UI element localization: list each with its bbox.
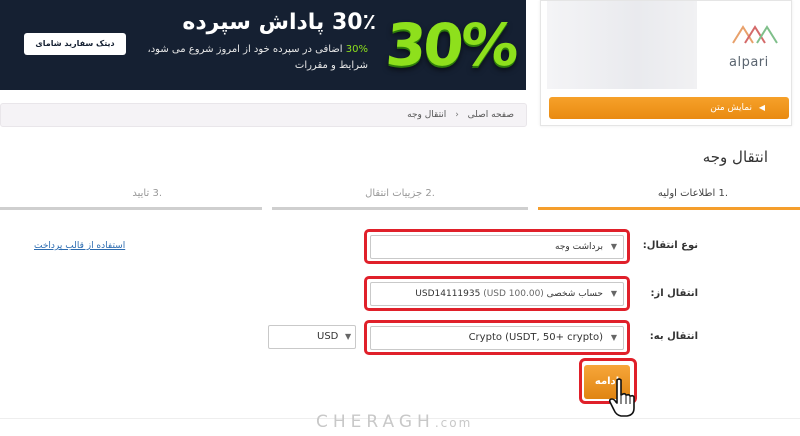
wizard-steps: .1 اطلاعات اولیه .2 جزییات انتقال .3 تای… — [0, 180, 800, 210]
breadcrumb-home[interactable]: صفحه اصلی — [468, 110, 514, 120]
demo-button-label: نمایش متن — [710, 103, 752, 113]
play-icon: ◀ — [758, 103, 765, 112]
banner-subtitle-text: اضافی در سپرده خود از امروز شروع می شود، — [147, 44, 343, 55]
chevron-left-icon: ‹ — [455, 110, 459, 120]
watermark: CHERAGH.com — [316, 412, 472, 432]
currency-value: USD — [317, 331, 339, 342]
watermark-text: CHERAGH — [316, 412, 435, 432]
banner-headline: 30٪ پاداش سپرده — [182, 10, 376, 35]
page-title: انتقال وجه — [702, 148, 768, 166]
transfer-type-label: نوع انتقال: — [642, 240, 698, 251]
breadcrumb-current: انتقال وجه — [407, 110, 447, 120]
use-template-link[interactable]: استفاده از قالب پرداخت — [34, 241, 125, 251]
alpari-logo: alpari — [729, 19, 785, 79]
watermark-suffix: .com — [434, 416, 473, 430]
transfer-type-value: برداشت وجه — [555, 242, 603, 252]
account-card: alpari ◀ نمایش متن — [540, 0, 792, 126]
currency-select[interactable]: USD ▼ — [268, 325, 356, 349]
transfer-to-select[interactable]: ▼ Crypto (USDT, 50+ crypto) — [370, 326, 624, 350]
chevron-down-icon: ▼ — [610, 242, 617, 251]
banner-terms: شرایط و مقررات — [294, 60, 368, 71]
step-confirm[interactable]: .3 تایید — [0, 180, 262, 210]
transfer-from-label: انتقال از: — [650, 288, 698, 299]
hand-cursor-icon — [608, 378, 635, 417]
promo-banner[interactable]: 30% 30٪ پاداش سپرده 30% اضافی در سپرده خ… — [0, 0, 526, 90]
transfer-from-balance: (USD 100.00) — [483, 289, 544, 299]
chevron-down-icon: ▼ — [610, 333, 617, 342]
transfer-to-value: Crypto (USDT, 50+ crypto) — [468, 332, 603, 343]
banner-subtitle: 30% اضافی در سپرده خود از امروز شروع می … — [148, 44, 369, 55]
alpari-logo-icon — [732, 25, 778, 44]
banner-subtitle-percent: 30% — [345, 44, 368, 55]
logo-text: alpari — [729, 55, 769, 70]
demo-button[interactable]: ◀ نمایش متن — [549, 97, 789, 119]
transfer-type-select[interactable]: ▼ برداشت وجه — [370, 235, 624, 259]
banner-cta-button[interactable]: دیتک سفارید شامای — [24, 33, 126, 55]
step-initial-info[interactable]: .1 اطلاعات اولیه — [538, 180, 800, 210]
transfer-to-label: انتقال به: — [649, 331, 698, 342]
banner-percent: 30% — [383, 11, 519, 79]
step-transfer-details[interactable]: .2 جزییات انتقال — [272, 180, 528, 210]
chevron-down-icon: ▼ — [345, 332, 352, 341]
transfer-from-select[interactable]: ▼ حساب شخصی USD14111935 (USD 100.00) — [370, 282, 624, 306]
breadcrumb: صفحه اصلی ‹ انتقال وجه — [0, 103, 527, 127]
chevron-down-icon: ▼ — [610, 289, 617, 298]
blurred-area — [547, 1, 697, 89]
